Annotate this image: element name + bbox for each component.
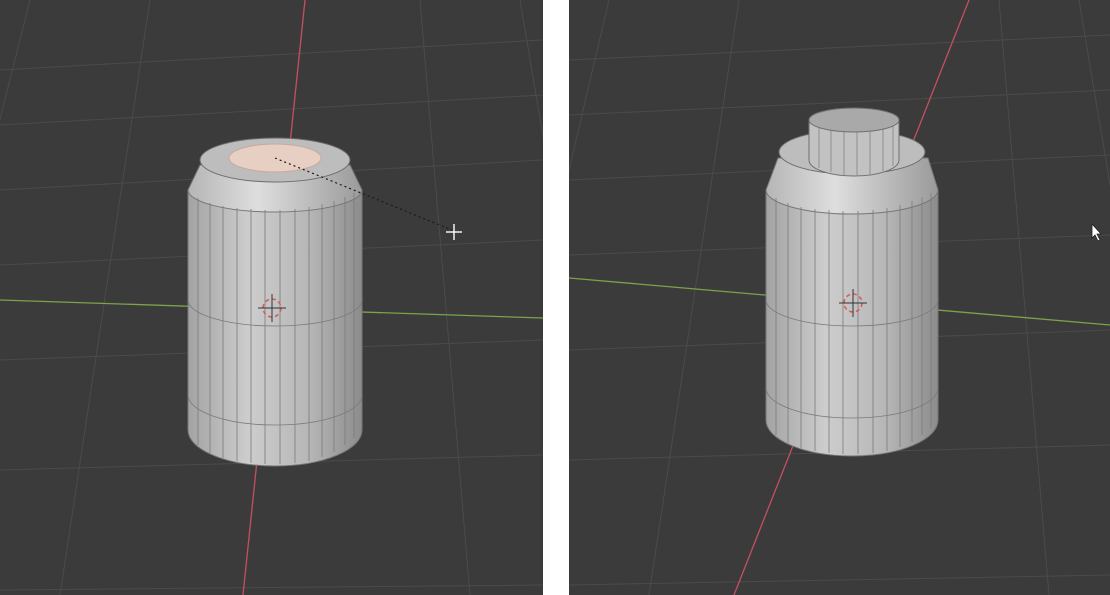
bottle-mesh[interactable] — [765, 107, 939, 457]
viewport-left-canvas[interactable] — [0, 0, 543, 595]
mouse-pointer-icon — [1091, 222, 1102, 242]
viewport-left[interactable] — [0, 0, 543, 595]
viewport-right-canvas[interactable] — [569, 0, 1110, 595]
cylinder-mesh[interactable] — [187, 137, 363, 467]
panel-separator — [543, 0, 569, 595]
transform-crosshair-icon — [446, 224, 462, 240]
viewport-right[interactable] — [569, 0, 1110, 595]
